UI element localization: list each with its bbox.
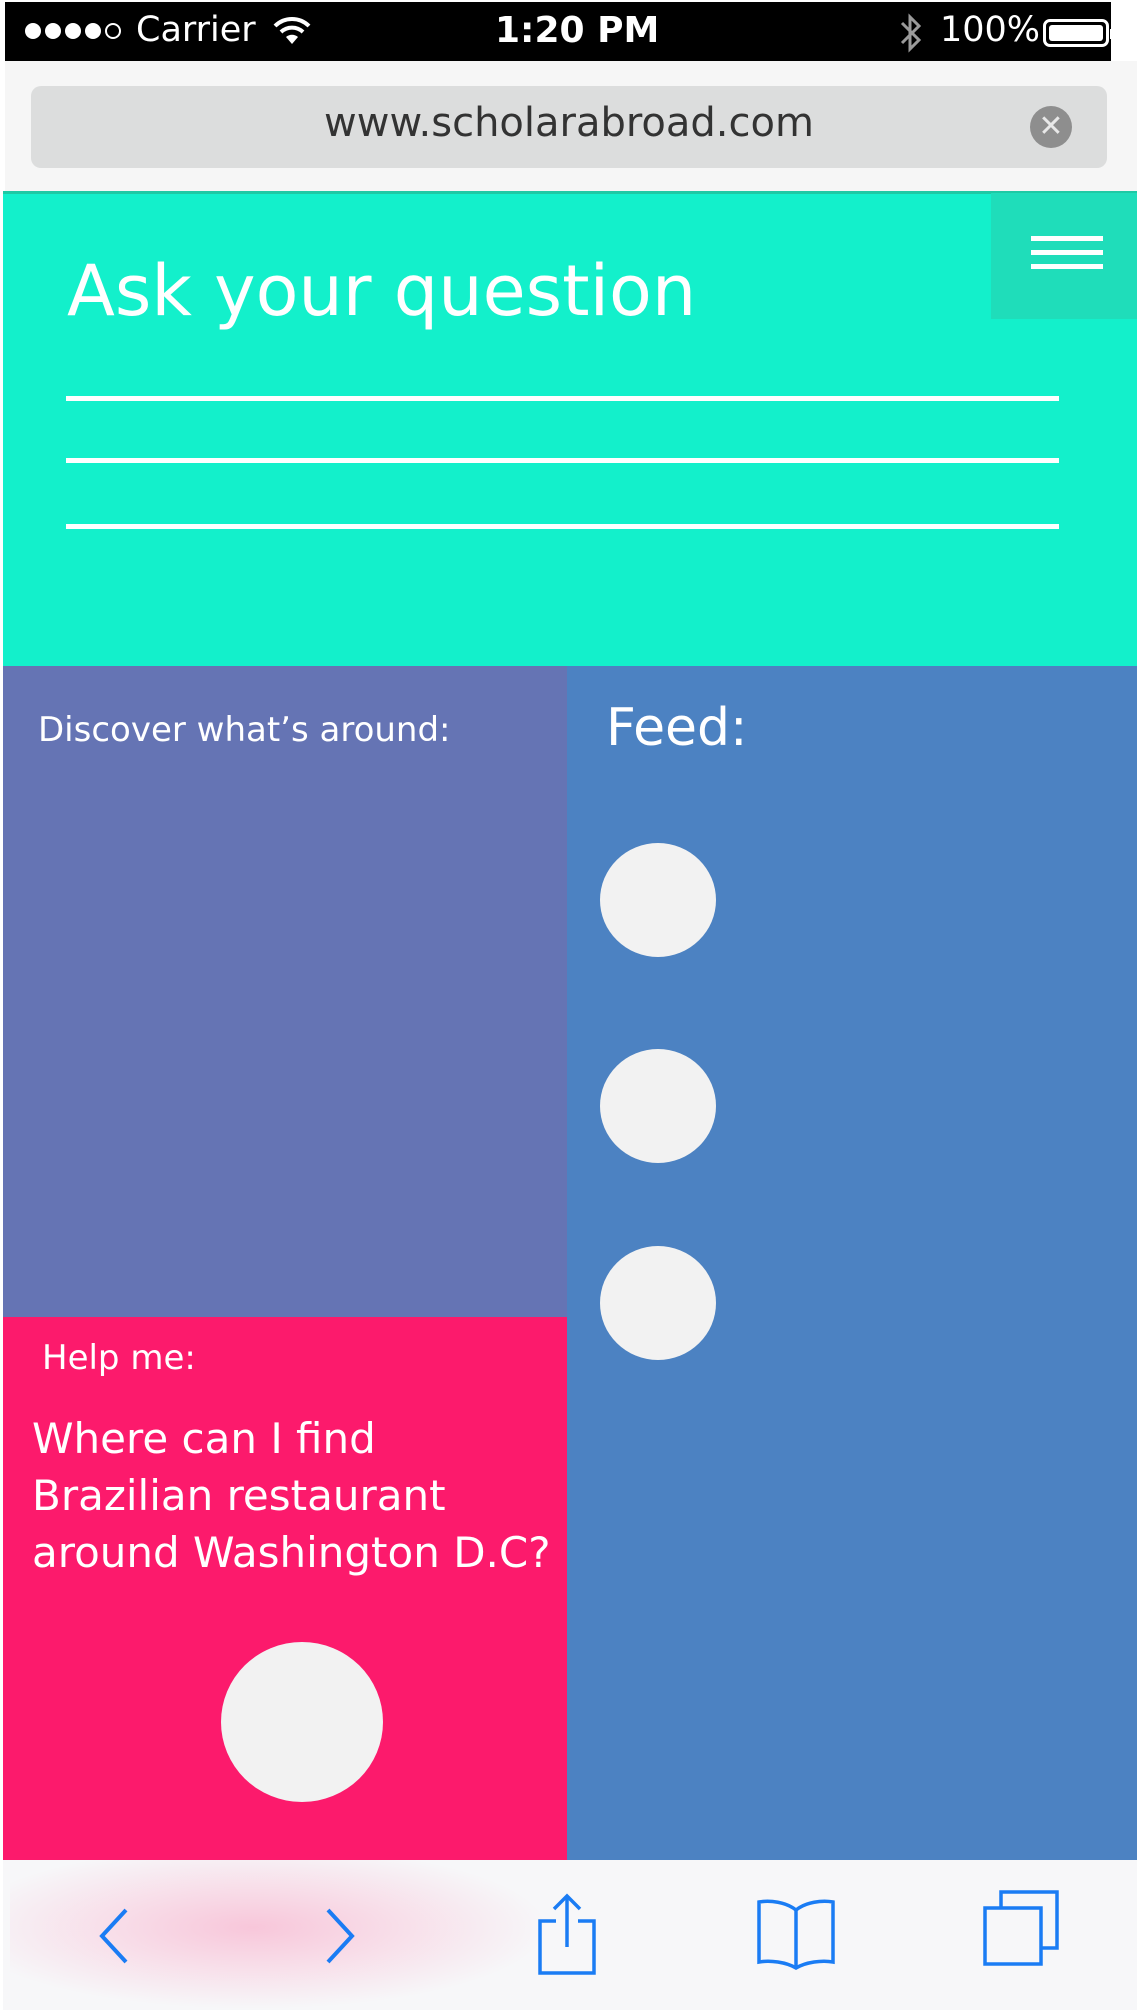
status-bar: Carrier 1:20 PM 100% [5,2,1115,61]
discover-panel[interactable] [3,666,567,1317]
question-input-line[interactable] [66,396,1059,401]
url-text[interactable]: www.scholarabroad.com [31,100,1107,146]
feed-label: Feed: [606,698,748,758]
help-avatar[interactable] [221,1642,383,1802]
toolbar-tint [10,1860,550,2010]
ask-question-title: Ask your question [67,250,697,332]
question-input-line[interactable] [66,524,1059,529]
battery-percentage: 100% [940,10,1041,50]
ask-section-border [3,191,1137,194]
share-icon[interactable] [536,1893,598,1981]
battery-icon [1043,19,1115,47]
tabs-icon[interactable] [981,1888,1061,1972]
hamburger-menu-icon[interactable] [991,193,1137,319]
help-question-text: Where can I find Brazilian restaurant ar… [32,1414,551,1577]
question-input-line[interactable] [66,458,1059,463]
status-time: 1:20 PM [495,10,660,51]
clear-url-icon[interactable]: ✕ [1030,106,1072,148]
carrier-name: Carrier [136,10,256,50]
forward-icon[interactable] [322,1906,358,1970]
discover-label: Discover what’s around: [38,710,451,750]
signal-strength-icon [25,23,125,43]
back-icon[interactable] [96,1906,132,1970]
feed-avatar[interactable] [600,1049,716,1163]
feed-avatar[interactable] [600,843,716,957]
feed-avatar[interactable] [600,1246,716,1360]
help-label: Help me: [42,1338,196,1378]
bookmarks-icon[interactable] [756,1896,836,1974]
wifi-icon [273,16,311,50]
bluetooth-icon [898,12,924,58]
